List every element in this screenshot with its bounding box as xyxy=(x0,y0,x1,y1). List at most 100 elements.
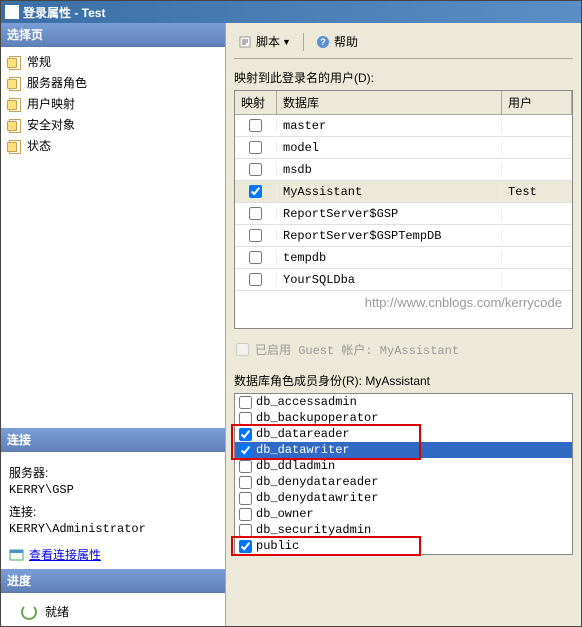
app-icon xyxy=(5,5,19,19)
db-cell: master xyxy=(277,119,502,133)
role-item[interactable]: db_backupoperator xyxy=(235,410,572,426)
map-checkbox[interactable] xyxy=(249,163,262,176)
role-item[interactable]: db_accessadmin xyxy=(235,394,572,410)
mapping-grid: 映射 数据库 用户 master model msdb MyAssistantTest… xyxy=(234,90,573,329)
role-item[interactable]: db_denydatareader xyxy=(235,474,572,490)
role-checkbox[interactable] xyxy=(239,508,252,521)
role-checkbox[interactable] xyxy=(239,492,252,505)
view-connection-link[interactable]: 查看连接属性 xyxy=(9,546,217,563)
db-cell: YourSQLDba xyxy=(277,273,502,287)
view-connection-text: 查看连接属性 xyxy=(29,546,101,563)
mapping-label: 映射到此登录名的用户(D): xyxy=(234,69,573,86)
map-checkbox[interactable] xyxy=(249,141,262,154)
blog-url: http://www.cnblogs.com/kerrycode xyxy=(235,291,572,310)
grid-header: 映射 数据库 用户 xyxy=(235,91,572,115)
role-name: db_datareader xyxy=(256,427,350,441)
role-name: db_datawriter xyxy=(256,443,350,457)
toolbar-separator xyxy=(303,33,304,51)
script-button[interactable]: 脚本 ▼ xyxy=(234,31,295,52)
guest-enabled-row: 已启用 Guest 帐户: MyAssistant xyxy=(236,341,573,358)
connection-info: 服务器: KERRY\GSP 连接: KERRY\Administrator 查… xyxy=(1,452,225,569)
help-icon: ? xyxy=(316,35,332,49)
map-checkbox[interactable] xyxy=(249,251,262,264)
role-checkbox[interactable] xyxy=(239,460,252,473)
col-map[interactable]: 映射 xyxy=(235,91,277,114)
map-checkbox[interactable] xyxy=(249,229,262,242)
sidebar: 选择页 常规 服务器角色 用户映射 安全对象 状态 连接 服务器: KERRY\… xyxy=(1,23,226,626)
page-icon xyxy=(7,118,23,132)
role-item[interactable]: db_denydatawriter xyxy=(235,490,572,506)
table-row[interactable]: ReportServer$GSPTempDB xyxy=(235,225,572,247)
role-name: public xyxy=(256,539,299,553)
role-checkbox[interactable] xyxy=(239,396,252,409)
role-checkbox[interactable] xyxy=(239,428,252,441)
role-checkbox[interactable] xyxy=(239,524,252,537)
role-name: db_accessadmin xyxy=(256,395,357,409)
col-user[interactable]: 用户 xyxy=(502,91,572,114)
progress-header: 进度 xyxy=(1,569,225,593)
map-checkbox[interactable] xyxy=(249,273,262,286)
db-cell: msdb xyxy=(277,163,502,177)
role-checkbox[interactable] xyxy=(239,540,252,553)
roles-label: 数据库角色成员身份(R): MyAssistant xyxy=(234,372,573,389)
db-cell: tempdb xyxy=(277,251,502,265)
table-row[interactable]: msdb xyxy=(235,159,572,181)
table-row[interactable]: tempdb xyxy=(235,247,572,269)
role-item[interactable]: db_datawriter xyxy=(235,442,572,458)
db-cell: ReportServer$GSP xyxy=(277,207,502,221)
table-row[interactable]: ReportServer$GSP xyxy=(235,203,572,225)
main-container: 选择页 常规 服务器角色 用户映射 安全对象 状态 连接 服务器: KERRY\… xyxy=(1,23,581,626)
chevron-down-icon: ▼ xyxy=(282,37,291,47)
titlebar: 登录属性 - Test xyxy=(1,1,581,23)
table-row[interactable]: YourSQLDba xyxy=(235,269,572,291)
toolbar: 脚本 ▼ ? 帮助 xyxy=(234,31,573,56)
guest-checkbox xyxy=(236,343,249,356)
nav-item-status[interactable]: 状态 xyxy=(1,135,225,156)
roles-listbox[interactable]: db_accessadmin db_backupoperator db_datare… xyxy=(234,393,573,555)
map-checkbox[interactable] xyxy=(249,207,262,220)
table-row[interactable]: model xyxy=(235,137,572,159)
svg-text:?: ? xyxy=(320,37,326,47)
map-checkbox[interactable] xyxy=(249,119,262,132)
role-name: db_backupoperator xyxy=(256,411,378,425)
role-item[interactable]: db_datareader xyxy=(235,426,572,442)
role-name: db_denydatareader xyxy=(256,475,378,489)
table-row[interactable]: master xyxy=(235,115,572,137)
nav-item-server-roles[interactable]: 服务器角色 xyxy=(1,72,225,93)
role-checkbox[interactable] xyxy=(239,412,252,425)
role-item[interactable]: public xyxy=(235,538,572,554)
map-checkbox[interactable] xyxy=(249,185,262,198)
nav-item-general[interactable]: 常规 xyxy=(1,51,225,72)
page-icon xyxy=(7,139,23,153)
page-icon xyxy=(7,97,23,111)
role-item[interactable]: db_ddladmin xyxy=(235,458,572,474)
role-name: db_denydatawriter xyxy=(256,491,378,505)
nav-item-securables[interactable]: 安全对象 xyxy=(1,114,225,135)
role-name: db_securityadmin xyxy=(256,523,371,537)
progress-section: 就绪 xyxy=(1,593,225,626)
role-item[interactable]: db_securityadmin xyxy=(235,522,572,538)
nav-item-user-mapping[interactable]: 用户映射 xyxy=(1,93,225,114)
progress-spinner-icon xyxy=(21,604,37,620)
help-button[interactable]: ? 帮助 xyxy=(312,31,362,52)
col-database[interactable]: 数据库 xyxy=(277,91,502,114)
connection-header: 连接 xyxy=(1,428,225,452)
connection-label: 连接: xyxy=(9,503,217,520)
page-icon xyxy=(7,76,23,90)
select-page-header: 选择页 xyxy=(1,23,225,47)
table-row[interactable]: MyAssistantTest xyxy=(235,181,572,203)
db-cell: ReportServer$GSPTempDB xyxy=(277,229,502,243)
user-cell: Test xyxy=(502,185,572,199)
window-title: 登录属性 - Test xyxy=(23,4,105,21)
role-item[interactable]: db_owner xyxy=(235,506,572,522)
toolbar-divider xyxy=(234,58,573,59)
role-name: db_ddladmin xyxy=(256,459,335,473)
nav-list: 常规 服务器角色 用户映射 安全对象 状态 xyxy=(1,47,225,160)
role-checkbox[interactable] xyxy=(239,476,252,489)
content-panel: 脚本 ▼ ? 帮助 映射到此登录名的用户(D): 映射 数据库 用户 maste… xyxy=(226,23,581,626)
connection-value: KERRY\Administrator xyxy=(9,522,217,536)
guest-label: 已启用 Guest 帐户: MyAssistant xyxy=(255,341,459,358)
sidebar-spacer xyxy=(1,160,225,428)
role-checkbox[interactable] xyxy=(239,444,252,457)
server-value: KERRY\GSP xyxy=(9,483,217,497)
